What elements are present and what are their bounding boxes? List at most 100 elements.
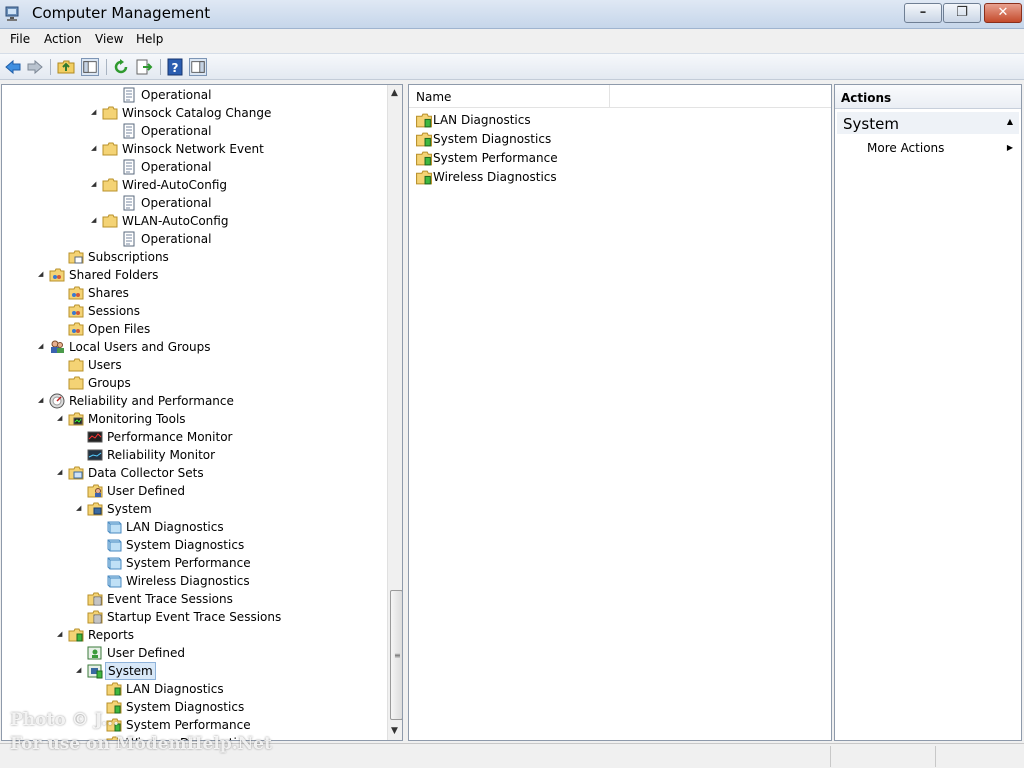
scroll-down-arrow-icon[interactable]: ▼: [391, 726, 398, 736]
tree-item[interactable]: Operational: [2, 158, 386, 176]
expander-icon[interactable]: ◢: [38, 270, 46, 278]
tree-item[interactable]: ◢ Shared Folders: [2, 266, 386, 284]
tree-item[interactable]: Operational: [2, 230, 386, 248]
tree-item-label: Reliability Monitor: [107, 448, 216, 462]
tree-item[interactable]: LAN Diagnostics: [2, 680, 386, 698]
tree-item[interactable]: System Diagnostics: [2, 536, 386, 554]
tree-item[interactable]: Operational: [2, 86, 386, 104]
tree-item[interactable]: Shares: [2, 284, 386, 302]
tree-item[interactable]: ◢ System: [2, 662, 386, 680]
more-actions-item[interactable]: More Actions ▶: [837, 138, 1019, 158]
tree-item-label: User Defined: [107, 646, 185, 660]
more-actions-label: More Actions: [867, 141, 945, 155]
tree-item-label: System Diagnostics: [126, 538, 245, 552]
expander-icon[interactable]: ◢: [76, 666, 84, 674]
scroll-up-arrow-icon[interactable]: ▲: [391, 88, 398, 98]
menu-help[interactable]: Help: [136, 32, 163, 46]
tree-item-label: Local Users and Groups: [69, 340, 211, 354]
tree-item[interactable]: ◢ WLAN-AutoConfig: [2, 212, 386, 230]
close-button[interactable]: ✕: [984, 3, 1022, 23]
expander-icon[interactable]: ◢: [91, 216, 99, 224]
tree-item[interactable]: Wireless Diagnostics: [2, 734, 386, 740]
tree-item[interactable]: Startup Event Trace Sessions: [2, 608, 386, 626]
show-hide-action-pane-icon[interactable]: [189, 58, 207, 76]
tree-scrollbar[interactable]: ▲ ≡ ▼: [387, 85, 402, 740]
list-item[interactable]: System Diagnostics: [413, 130, 713, 149]
tree-item[interactable]: Groups: [2, 374, 386, 392]
help-icon[interactable]: ?: [166, 58, 184, 76]
tree-item[interactable]: Sessions: [2, 302, 386, 320]
forward-arrow-icon[interactable]: [26, 58, 44, 76]
scrollbar-thumb[interactable]: ≡: [390, 590, 402, 720]
export-list-icon[interactable]: [135, 58, 153, 76]
back-arrow-icon[interactable]: [4, 58, 22, 76]
expander-icon[interactable]: ◢: [57, 630, 65, 638]
up-folder-icon[interactable]: [57, 58, 75, 76]
tree-item[interactable]: Event Trace Sessions: [2, 590, 386, 608]
tree-item[interactable]: LAN Diagnostics: [2, 518, 386, 536]
maximize-button[interactable]: ❐: [943, 3, 981, 23]
tree-item[interactable]: ◢ Reports: [2, 626, 386, 644]
menu-action[interactable]: Action: [44, 32, 82, 46]
tree-item[interactable]: ◢ System: [2, 500, 386, 518]
column-header-name[interactable]: Name: [409, 85, 610, 108]
tree-item-label: Sessions: [88, 304, 141, 318]
tree-item[interactable]: ◢ Monitoring Tools: [2, 410, 386, 428]
title-bar: Computer Management – ❐ ✕: [0, 0, 1024, 29]
tree-item[interactable]: Users: [2, 356, 386, 374]
minimize-icon: –: [919, 5, 927, 20]
shared-folder-icon: [68, 286, 84, 300]
actions-header: Actions: [835, 85, 1021, 109]
expander-icon[interactable]: ◢: [38, 342, 46, 350]
tree-item[interactable]: ◢ Wired-AutoConfig: [2, 176, 386, 194]
menu-file[interactable]: File: [10, 32, 30, 46]
column-header-label: Name: [416, 90, 452, 104]
tree-item[interactable]: ◢ Reliability and Performance: [2, 392, 386, 410]
submenu-arrow-icon: ▶: [1006, 143, 1013, 152]
tree-item[interactable]: ◢ Winsock Catalog Change: [2, 104, 386, 122]
shared-folder-icon: [68, 304, 84, 318]
user-folder-icon: [87, 484, 103, 498]
tree-item[interactable]: Operational: [2, 122, 386, 140]
report-icon: [106, 682, 122, 696]
tree-item[interactable]: System Diagnostics: [2, 698, 386, 716]
tree-item-label: WLAN-AutoConfig: [122, 214, 229, 228]
tree-item[interactable]: Open Files: [2, 320, 386, 338]
expander-icon[interactable]: ◢: [76, 504, 84, 512]
shared-folder-icon: [49, 268, 65, 282]
tree-item[interactable]: ◢ Data Collector Sets: [2, 464, 386, 482]
actions-section-system[interactable]: System ▲: [837, 112, 1019, 134]
folder-icon: [68, 376, 84, 390]
tree-item[interactable]: System Performance: [2, 716, 386, 734]
expander-icon[interactable]: ◢: [38, 396, 46, 404]
tree-item[interactable]: Performance Monitor: [2, 428, 386, 446]
tree-item[interactable]: User Defined: [2, 482, 386, 500]
tree-item[interactable]: ◢ Winsock Network Event: [2, 140, 386, 158]
tree-item[interactable]: System Performance: [2, 554, 386, 572]
expander-icon[interactable]: ◢: [91, 144, 99, 152]
list-item[interactable]: System Performance: [413, 149, 713, 168]
tree-item[interactable]: User Defined: [2, 644, 386, 662]
tree-item-label: Operational: [141, 160, 212, 174]
show-hide-tree-icon[interactable]: [81, 58, 99, 76]
menu-view[interactable]: View: [95, 32, 123, 46]
tree-item-label: Event Trace Sessions: [107, 592, 233, 606]
expander-icon[interactable]: ◢: [57, 468, 65, 476]
list-item[interactable]: Wireless Diagnostics: [413, 168, 713, 187]
expander-icon[interactable]: ◢: [91, 180, 99, 188]
tree-item-label: Reliability and Performance: [69, 394, 234, 408]
tree-item-label: Operational: [141, 124, 212, 138]
expander-icon[interactable]: ◢: [91, 108, 99, 116]
tree-item[interactable]: Reliability Monitor: [2, 446, 386, 464]
tree-item[interactable]: ◢ Local Users and Groups: [2, 338, 386, 356]
collapse-up-icon[interactable]: ▲: [1007, 117, 1013, 126]
log-icon: [123, 231, 135, 247]
refresh-icon[interactable]: [112, 58, 130, 76]
minimize-button[interactable]: –: [904, 3, 942, 23]
tree-item[interactable]: Subscriptions: [2, 248, 386, 266]
tree-item[interactable]: Operational: [2, 194, 386, 212]
expander-icon[interactable]: ◢: [57, 414, 65, 422]
list-item[interactable]: LAN Diagnostics: [413, 111, 713, 130]
tree-item-label: Wireless Diagnostics: [126, 574, 250, 588]
tree-item[interactable]: Wireless Diagnostics: [2, 572, 386, 590]
